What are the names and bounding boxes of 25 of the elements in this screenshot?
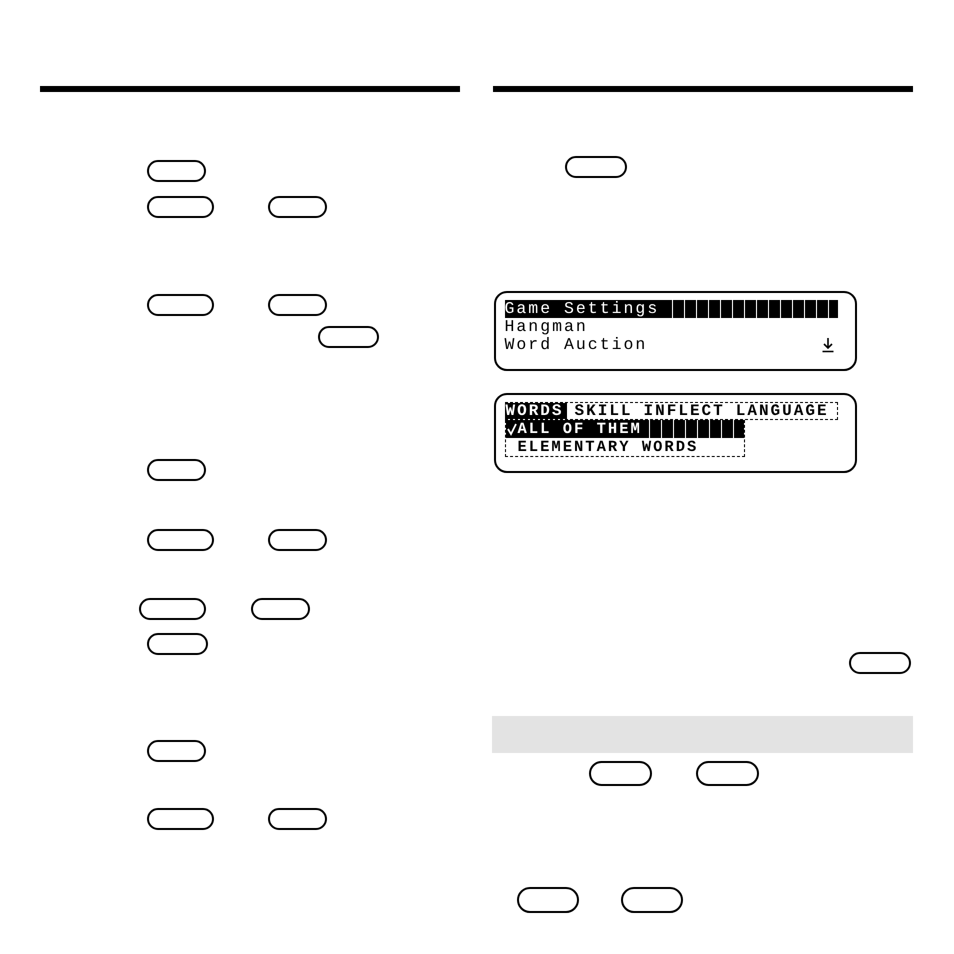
key-icon (268, 808, 327, 830)
key-icon (696, 761, 759, 786)
key-icon (849, 652, 911, 674)
key-icon (147, 160, 206, 182)
key-icon (318, 326, 379, 348)
key-icon (147, 808, 214, 830)
key-icon (565, 156, 627, 178)
key-icon (517, 887, 579, 913)
key-icon (268, 196, 327, 218)
key-icon (147, 459, 206, 481)
key-icon (147, 740, 206, 762)
menu-item[interactable]: Hangman (504, 318, 838, 336)
key-icon (139, 598, 206, 620)
key-icon (268, 294, 327, 316)
key-icon (147, 294, 214, 316)
key-icon (251, 598, 310, 620)
key-icon (147, 529, 214, 551)
key-icon (147, 633, 208, 655)
key-icon (621, 887, 683, 913)
screen-tab[interactable]: WORDS (504, 402, 567, 418)
key-icon (589, 761, 652, 786)
key-icon (147, 196, 214, 218)
list-option[interactable]: ALL OF THEM (518, 420, 744, 438)
key-icon (268, 529, 327, 551)
menu-item[interactable]: Game Settings (504, 300, 838, 318)
